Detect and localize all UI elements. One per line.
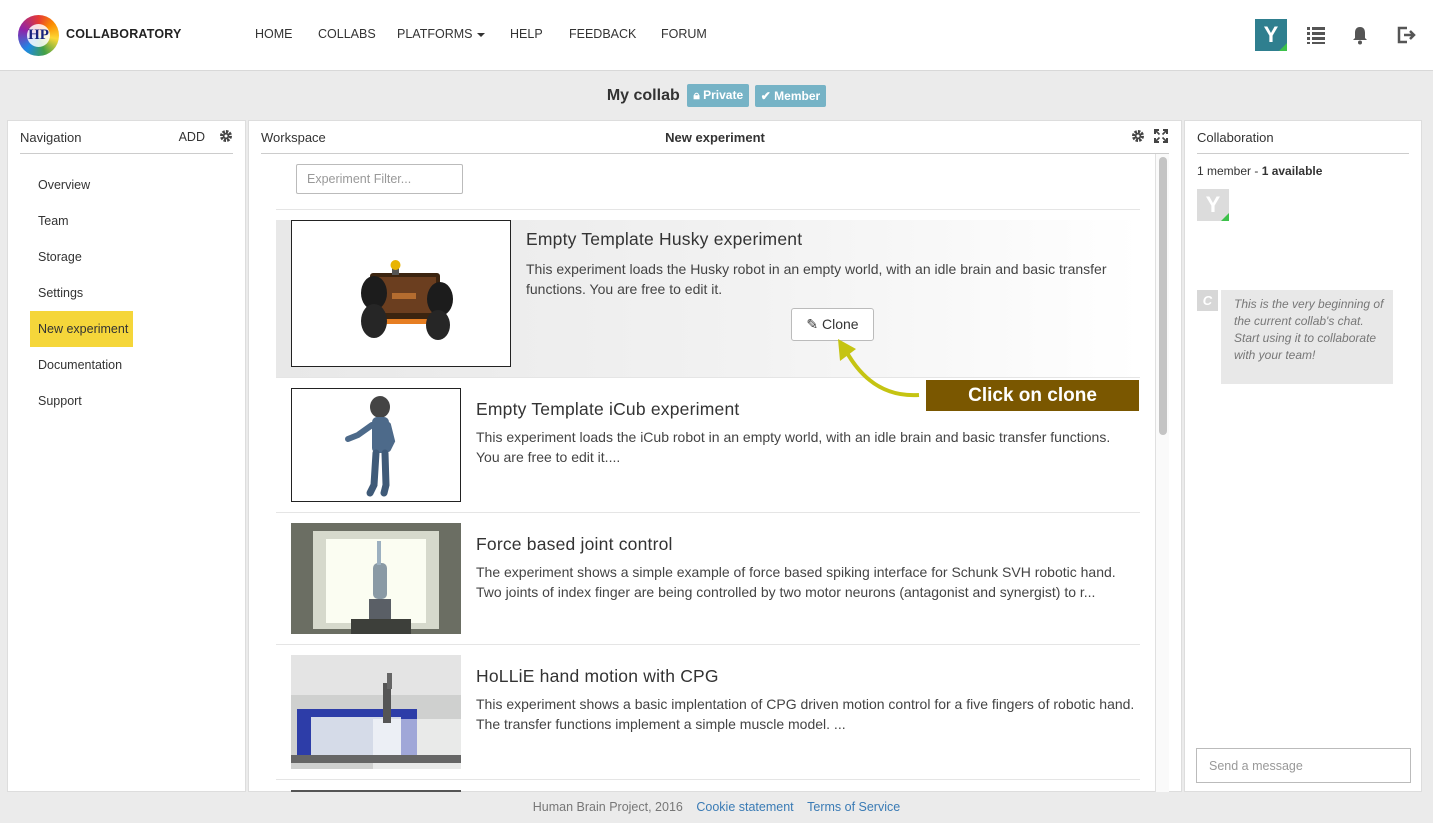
sidebar-item-storage[interactable]: Storage: [30, 239, 230, 275]
top-navbar: HP COLLABORATORY HOME COLLABS PLATFORMS …: [0, 0, 1433, 71]
online-indicator-icon: [1221, 213, 1229, 221]
cookie-statement-link[interactable]: Cookie statement: [696, 800, 793, 814]
collab-title: My collab: [606, 86, 680, 104]
collaboration-panel: Collaboration 1 member - 1 available Y C…: [1184, 120, 1422, 792]
sidebar-item-team[interactable]: Team: [30, 203, 230, 239]
member-initial: Y: [1205, 192, 1221, 217]
experiment-item-husky[interactable]: Empty Template Husky experiment This exp…: [276, 220, 1140, 378]
navigation-header: Navigation ADD: [20, 121, 233, 154]
sidebar-item-new-experiment[interactable]: New experiment: [30, 311, 133, 347]
footer: Human Brain Project, 2016 Cookie stateme…: [0, 800, 1433, 814]
member-badge: ✔ Member: [754, 84, 827, 107]
bell-icon[interactable]: [1349, 24, 1371, 46]
husky-robot-image: [291, 220, 511, 367]
experiment-title: Force based joint control: [476, 534, 673, 554]
list-icon[interactable]: [1305, 24, 1327, 46]
brand-name[interactable]: COLLABORATORY: [66, 27, 182, 41]
callout-arrow-icon: [838, 339, 920, 398]
hbp-logo-icon[interactable]: HP: [18, 15, 59, 56]
copyright: Human Brain Project, 2016: [532, 800, 683, 814]
chat-avatar: C: [1197, 290, 1218, 311]
logo-text: HP: [27, 24, 50, 47]
sidebar-item-support[interactable]: Support: [30, 383, 230, 419]
nav-platforms-label: PLATFORMS: [397, 27, 473, 41]
member-status: 1 member - 1 available: [1197, 164, 1322, 178]
workspace-header: Workspace New experiment: [261, 121, 1169, 154]
navigation-list: Overview Team Storage Settings New exper…: [30, 167, 230, 419]
experiment-title: Empty Template iCub experiment: [476, 399, 740, 419]
private-badge: 🔒︎ Private: [687, 84, 750, 107]
add-button[interactable]: ADD: [179, 130, 205, 144]
logout-icon[interactable]: [1395, 24, 1417, 46]
experiment-description: The experiment shows a simple example of…: [476, 564, 1116, 600]
nav-feedback[interactable]: FEEDBACK: [569, 27, 636, 41]
hollie-hand-image: [291, 655, 461, 769]
experiment-title: HoLLiE hand motion with CPG: [476, 666, 719, 686]
navigation-panel: Navigation ADD Overview Team Storage Set…: [7, 120, 246, 792]
online-indicator-icon: [1279, 43, 1287, 51]
workspace-gear-icon[interactable]: [1131, 129, 1145, 143]
member-label: Member: [774, 88, 821, 103]
user-initial: Y: [1263, 22, 1279, 47]
pencil-icon: ✎: [806, 316, 819, 332]
nav-platforms[interactable]: PLATFORMS: [397, 27, 486, 41]
experiment-title: Empty Template Husky experiment: [526, 229, 803, 249]
click-on-clone-callout: Click on clone: [926, 380, 1139, 411]
experiment-description: This experiment loads the iCub robot in …: [476, 429, 1111, 465]
experiment-description: This experiment loads the Husky robot in…: [526, 261, 1107, 297]
experiment-item-hollie[interactable]: HoLLiE hand motion with CPG This experim…: [276, 645, 1140, 780]
scrollbar[interactable]: [1155, 154, 1169, 792]
experiment-list: Empty Template Husky experiment This exp…: [276, 209, 1140, 792]
collaboration-title: Collaboration: [1197, 130, 1274, 145]
available-count: 1 available: [1261, 164, 1323, 178]
check-icon: ✔: [760, 88, 771, 103]
chat-message: This is the very beginning of the curren…: [1221, 290, 1393, 384]
nav-collabs[interactable]: COLLABS: [318, 27, 376, 41]
experiment-item-next[interactable]: [276, 780, 1140, 792]
user-avatar[interactable]: Y: [1255, 19, 1287, 51]
member-count: 1 member -: [1197, 164, 1259, 178]
experiment-description: This experiment shows a basic implentati…: [476, 696, 1135, 732]
experiment-item-force-joint[interactable]: Force based joint control The experiment…: [276, 513, 1140, 645]
workspace-panel: Workspace New experiment Experiment Filt…: [248, 120, 1182, 792]
sidebar-item-overview[interactable]: Overview: [30, 167, 230, 203]
gear-icon[interactable]: [219, 129, 233, 143]
collab-header: My collab 🔒︎ Private ✔ Member: [0, 84, 1433, 107]
nav-home[interactable]: HOME: [255, 27, 293, 41]
member-avatar[interactable]: Y: [1197, 189, 1229, 221]
collaboration-header: Collaboration: [1197, 121, 1409, 154]
page-title: New experiment: [665, 130, 765, 145]
icub-robot-image: [291, 388, 461, 502]
experiment-image: [291, 790, 461, 792]
clone-label: Clone: [822, 316, 859, 332]
terms-of-service-link[interactable]: Terms of Service: [807, 800, 900, 814]
robotic-hand-image: [291, 523, 461, 634]
scrollbar-thumb[interactable]: [1159, 157, 1167, 435]
fullscreen-icon[interactable]: [1154, 129, 1168, 143]
nav-help[interactable]: HELP: [510, 27, 543, 41]
caret-down-icon: [477, 32, 486, 37]
sidebar-item-documentation[interactable]: Documentation: [30, 347, 230, 383]
sidebar-item-settings[interactable]: Settings: [30, 275, 230, 311]
private-label: Private: [703, 88, 744, 102]
send-message-input[interactable]: [1196, 748, 1411, 783]
nav-forum[interactable]: FORUM: [661, 27, 707, 41]
experiment-filter-input[interactable]: [296, 164, 463, 194]
lock-icon: 🔒︎: [693, 88, 700, 102]
navigation-title: Navigation: [20, 130, 82, 145]
